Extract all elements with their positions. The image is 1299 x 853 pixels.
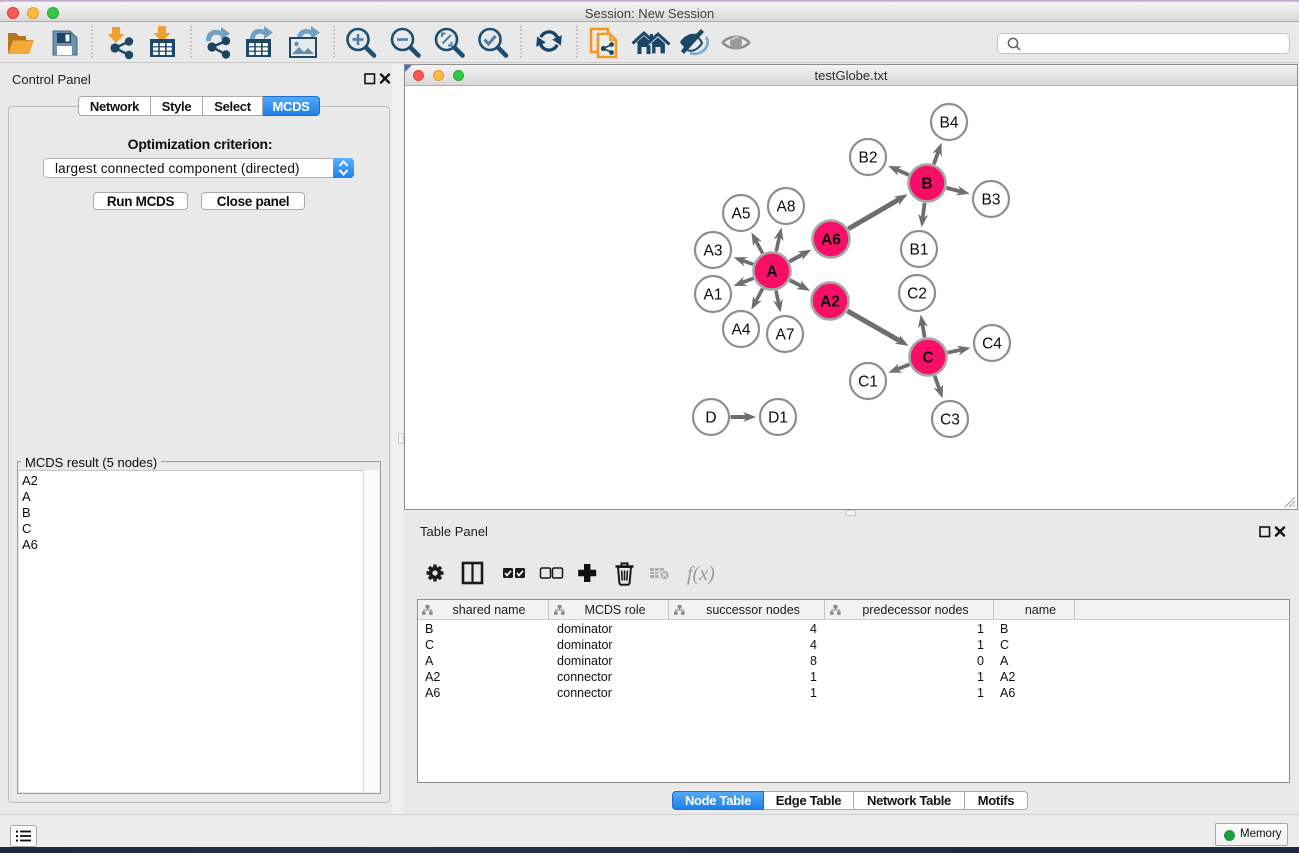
- svg-text:A6: A6: [821, 232, 841, 249]
- svg-text:A: A: [766, 264, 777, 281]
- svg-text:B2: B2: [859, 150, 878, 167]
- svg-text:A7: A7: [776, 327, 795, 344]
- svg-text:A1: A1: [704, 287, 723, 304]
- svg-text:D1: D1: [768, 410, 788, 427]
- svg-text:f(x): f(x): [687, 563, 715, 585]
- svg-text:C2: C2: [907, 286, 927, 303]
- svg-text:C3: C3: [940, 412, 960, 429]
- svg-text:A8: A8: [777, 199, 796, 216]
- svg-text:A5: A5: [732, 206, 751, 223]
- svg-text:B1: B1: [910, 242, 929, 259]
- svg-text:B3: B3: [982, 192, 1001, 209]
- svg-text:A2: A2: [820, 294, 840, 311]
- svg-text:B4: B4: [940, 115, 959, 132]
- svg-text:C: C: [922, 350, 933, 367]
- svg-text:D: D: [705, 410, 716, 427]
- svg-text:A3: A3: [704, 243, 723, 260]
- svg-text:A4: A4: [732, 322, 751, 339]
- svg-text:C1: C1: [858, 374, 878, 391]
- svg-text:C4: C4: [982, 336, 1002, 353]
- svg-text:B: B: [921, 176, 932, 193]
